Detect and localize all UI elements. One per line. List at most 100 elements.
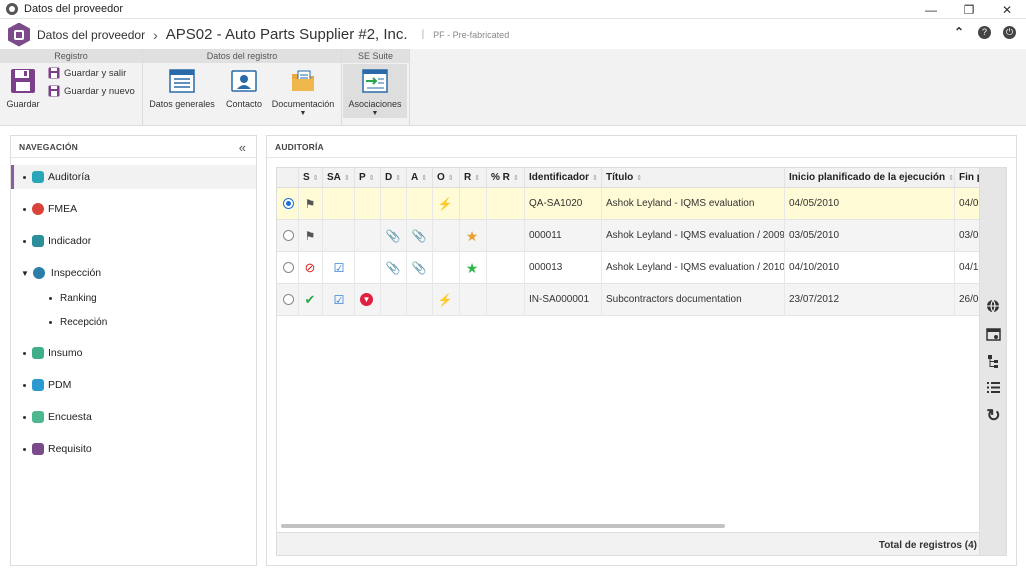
nav-item-requisito[interactable]: Requisito xyxy=(11,437,256,461)
column-identificador[interactable]: Identificador ⇕ xyxy=(525,168,602,188)
table-row[interactable]: ⚑ ⚡ QA-SA1020 Ashok Leyland - IQMS evalu… xyxy=(277,188,979,220)
checkered-flag-icon: ⚑ xyxy=(304,229,316,243)
cell-fin: 26/07 xyxy=(959,294,979,305)
nav-item-label: Insumo xyxy=(48,347,83,359)
nav-item-encuesta[interactable]: Encuesta xyxy=(11,405,256,429)
general-data-button[interactable]: Datos generales xyxy=(148,68,216,109)
save-and-exit-button[interactable]: Guardar y salir xyxy=(48,67,126,79)
general-data-label: Datos generales xyxy=(149,99,215,109)
table-row[interactable]: ⚑ 📎 📎 ★ 000011 Ashok Leyland - IQMS eval… xyxy=(277,220,979,252)
clipboard-check-icon: ☑ xyxy=(333,293,345,307)
nav-item-label: PDM xyxy=(48,379,72,391)
table-row[interactable]: ✔ ☑ ▼ ⚡ IN-SA000001 Subcontractors docum… xyxy=(277,284,979,316)
audit-module-icon xyxy=(32,171,44,183)
paperclip-icon: 📎 xyxy=(385,261,401,275)
nav-item-label: FMEA xyxy=(48,203,78,215)
app-icon xyxy=(6,3,18,15)
nav-item-pdm[interactable]: PDM xyxy=(11,373,256,397)
power-icon[interactable]: ⏻ xyxy=(1003,25,1016,39)
column-o[interactable]: O ⇕ xyxy=(433,168,460,188)
column-d[interactable]: D ⇕ xyxy=(381,168,407,188)
contact-button[interactable]: Contacto xyxy=(224,68,264,109)
column-select xyxy=(277,168,299,188)
table-footer: Total de registros (4) xyxy=(277,532,979,555)
nav-subitem-recepcion[interactable]: Recepción xyxy=(11,311,107,333)
associations-button[interactable]: Asociaciones ▼ xyxy=(343,64,407,118)
nav-item-insumo[interactable]: Insumo xyxy=(11,341,256,365)
page-subtitle: PF - Pre-fabricated xyxy=(433,29,510,40)
row-select-radio[interactable] xyxy=(283,198,294,209)
save-button-label: Guardar xyxy=(6,99,40,109)
supply-module-icon xyxy=(32,347,44,359)
cancelled-icon: ⊘ xyxy=(304,260,316,275)
cell-inicio: 04/05/2010 xyxy=(785,188,955,220)
inspection-module-icon xyxy=(32,267,45,279)
associations-label: Asociaciones xyxy=(348,99,402,109)
column-fin[interactable]: Fin p xyxy=(955,168,979,188)
horizontal-scrollbar[interactable] xyxy=(281,524,725,528)
collapse-panel-icon[interactable]: « xyxy=(239,140,246,155)
minimize-button[interactable]: — xyxy=(912,0,950,19)
expand-triangle-icon[interactable]: ▼ xyxy=(21,269,29,278)
row-select-radio[interactable] xyxy=(283,262,294,273)
restore-button[interactable]: ❐ xyxy=(950,0,988,19)
save-exit-icon xyxy=(48,67,60,79)
cell-titulo: Ashok Leyland - IQMS evaluation xyxy=(602,188,785,220)
close-button[interactable]: ✕ xyxy=(988,0,1026,19)
help-icon[interactable]: ? xyxy=(978,25,991,39)
column-titulo[interactable]: Título ⇕ xyxy=(602,168,785,188)
column-sa[interactable]: SA ⇕ xyxy=(323,168,355,188)
cell-identificador: IN-SA000001 xyxy=(525,284,602,316)
checkmark-icon: ✔ xyxy=(304,292,316,307)
checkered-flag-icon: ⚑ xyxy=(304,197,316,211)
navigation-panel: NAVEGACIÓN « Auditoría FMEA Indicador ▼ … xyxy=(10,135,257,566)
survey-module-icon xyxy=(32,411,44,423)
nav-subitem-label: Recepción xyxy=(60,316,108,328)
list-icon[interactable] xyxy=(986,380,1001,395)
indicator-module-icon xyxy=(32,235,44,247)
refresh-icon[interactable]: ↻ xyxy=(986,406,1001,425)
row-select-radio[interactable] xyxy=(283,230,294,241)
column-inicio[interactable]: Inicio planificado de la ejecución ⇕ xyxy=(785,168,955,188)
save-and-new-button[interactable]: Guardar y nuevo xyxy=(48,85,135,97)
view-window-icon[interactable] xyxy=(986,327,1001,342)
associations-icon xyxy=(362,69,388,93)
collapse-header-icon[interactable]: ⌃ xyxy=(952,25,966,39)
table-row[interactable]: ⊘ ☑ 📎 📎 ★ 000013 Ashok Leyland - IQMS ev… xyxy=(277,252,979,284)
breadcrumb: Datos del proveedor xyxy=(37,27,146,42)
hierarchy-icon[interactable] xyxy=(986,354,1001,369)
audit-panel-title: AUDITORÍA xyxy=(267,136,1016,158)
save-button[interactable]: Guardar xyxy=(6,68,40,109)
ribbon-group-label: SE Suite xyxy=(342,49,409,63)
breadcrumb-chevron-icon: › xyxy=(153,26,158,43)
row-select-radio[interactable] xyxy=(283,294,294,305)
fmea-module-icon xyxy=(32,203,44,215)
dropdown-caret-icon: ▼ xyxy=(299,110,307,117)
cell-inicio: 04/10/2010 xyxy=(785,252,955,284)
documentation-button[interactable]: Documentación ▼ xyxy=(270,68,336,117)
side-toolbar: ↻ xyxy=(980,167,1007,556)
floppy-disk-icon xyxy=(11,69,35,93)
nav-item-inspeccion[interactable]: ▼ Inspección xyxy=(11,261,256,285)
nav-item-auditoria[interactable]: Auditoría xyxy=(11,165,256,189)
ribbon-toolbar: Registro Datos del registro SE Suite Gua… xyxy=(0,49,1026,126)
nav-subitem-ranking[interactable]: Ranking xyxy=(11,287,97,309)
page-title: APS02 - Auto Parts Supplier #2, Inc. xyxy=(165,26,408,43)
nav-item-fmea[interactable]: FMEA xyxy=(11,197,256,221)
column-s[interactable]: S ⇕ xyxy=(299,168,323,188)
documentation-label: Documentación xyxy=(271,99,335,109)
audit-table: S ⇕ SA ⇕ P ⇕ D ⇕ A ⇕ O ⇕ R ⇕ % R ⇕ Identificador… xyxy=(276,167,980,556)
column-a[interactable]: A ⇕ xyxy=(407,168,433,188)
paperclip-icon: 📎 xyxy=(385,229,401,243)
nav-item-indicador[interactable]: Indicador xyxy=(11,229,256,253)
paperclip-icon: 📎 xyxy=(411,229,427,243)
column-r[interactable]: R ⇕ xyxy=(460,168,487,188)
folder-document-icon xyxy=(292,70,314,91)
nav-item-label: Requisito xyxy=(48,443,92,455)
column-percent-r[interactable]: % R ⇕ xyxy=(487,168,525,188)
column-p[interactable]: P ⇕ xyxy=(355,168,381,188)
save-and-exit-label: Guardar y salir xyxy=(64,67,127,79)
globe-search-icon[interactable] xyxy=(986,299,1001,314)
clipboard-check-icon: ☑ xyxy=(333,261,345,275)
supplier-logo-icon xyxy=(8,22,30,47)
